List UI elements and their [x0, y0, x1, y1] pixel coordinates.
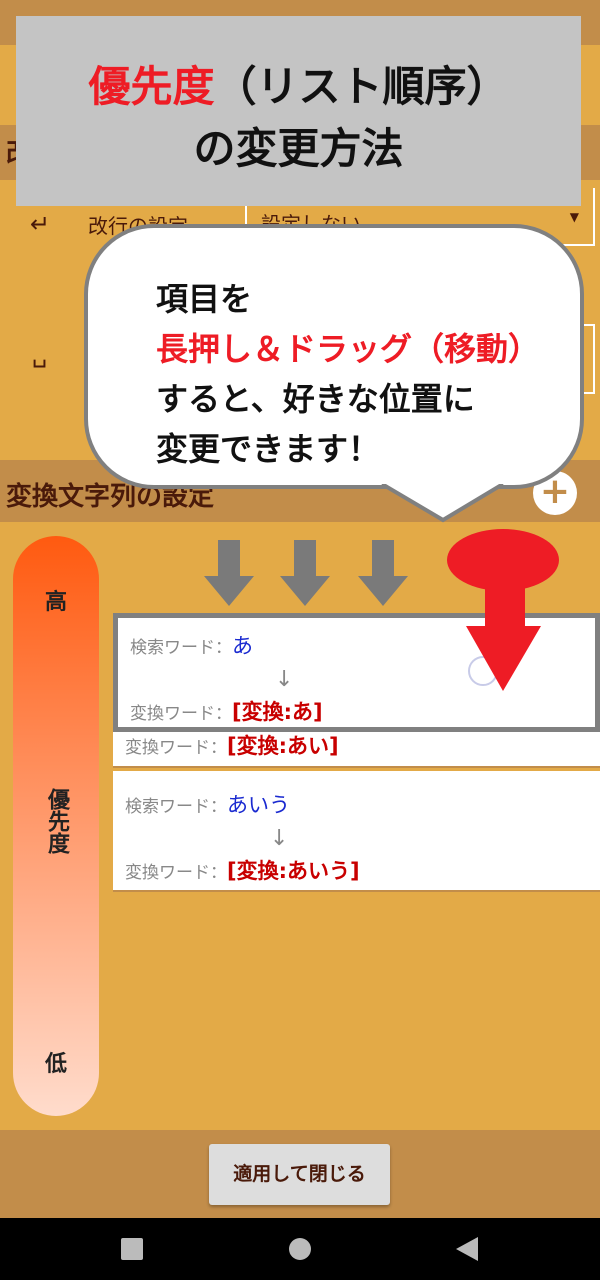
priority-high: 高 [44, 590, 67, 615]
red-drag-arrow-icon [447, 529, 559, 691]
home-icon[interactable] [289, 1238, 311, 1260]
search-label: 検索ワード： [130, 638, 232, 658]
convert-label: 変換ワード： [130, 704, 232, 724]
convert-word: [変換:あ] [232, 700, 323, 724]
priority-label: 優先度 [44, 788, 69, 854]
gray-down-arrow-icon [204, 540, 254, 606]
title-highlight: 優先度 [88, 62, 215, 111]
space-icon: ␣ [32, 340, 48, 368]
convert-label: 変換ワード： [125, 738, 227, 758]
callout-line: 変更できます！ [156, 430, 381, 468]
title-text: （リスト順序） [214, 62, 509, 111]
callout-highlight: 長押し＆ドラッグ（移動） [156, 330, 541, 368]
return-icon: ↵ [30, 210, 51, 238]
priority-low: 低 [44, 1052, 67, 1077]
priority-bar: 高 優先度 低 [13, 536, 99, 1116]
dropdown-icon: ▼ [569, 210, 579, 224]
down-arrow-icon: ↓ [270, 826, 289, 851]
gray-down-arrow-icon [358, 540, 408, 606]
callout-tail [380, 484, 505, 523]
list-item[interactable]: 検索ワード：あいう ↓ 変換ワード：[変換:あいう] [113, 771, 600, 892]
callout-line: すると、好きな位置に [156, 380, 475, 418]
gray-down-arrow-icon [280, 540, 330, 606]
title-text: の変更方法 [193, 124, 404, 173]
apply-close-button[interactable]: 適用して閉じる [209, 1144, 390, 1205]
overlay-title: 優先度（リスト順序） の変更方法 [16, 16, 581, 206]
convert-label: 変換ワード： [125, 863, 227, 883]
search-label: 検索ワード： [125, 797, 227, 817]
callout-bubble: 項目を 長押し＆ドラッグ（移動） すると、好きな位置に 変更できます！ [84, 224, 584, 489]
back-icon[interactable] [456, 1237, 478, 1261]
recent-apps-icon[interactable] [121, 1238, 143, 1260]
callout-line: 項目を [156, 280, 253, 318]
navigation-bar [0, 1218, 600, 1280]
convert-word: [変換:あいう] [227, 859, 360, 883]
convert-word: [変換:あい] [227, 734, 339, 758]
search-word: あ [232, 634, 253, 658]
search-word: あいう [227, 793, 290, 817]
